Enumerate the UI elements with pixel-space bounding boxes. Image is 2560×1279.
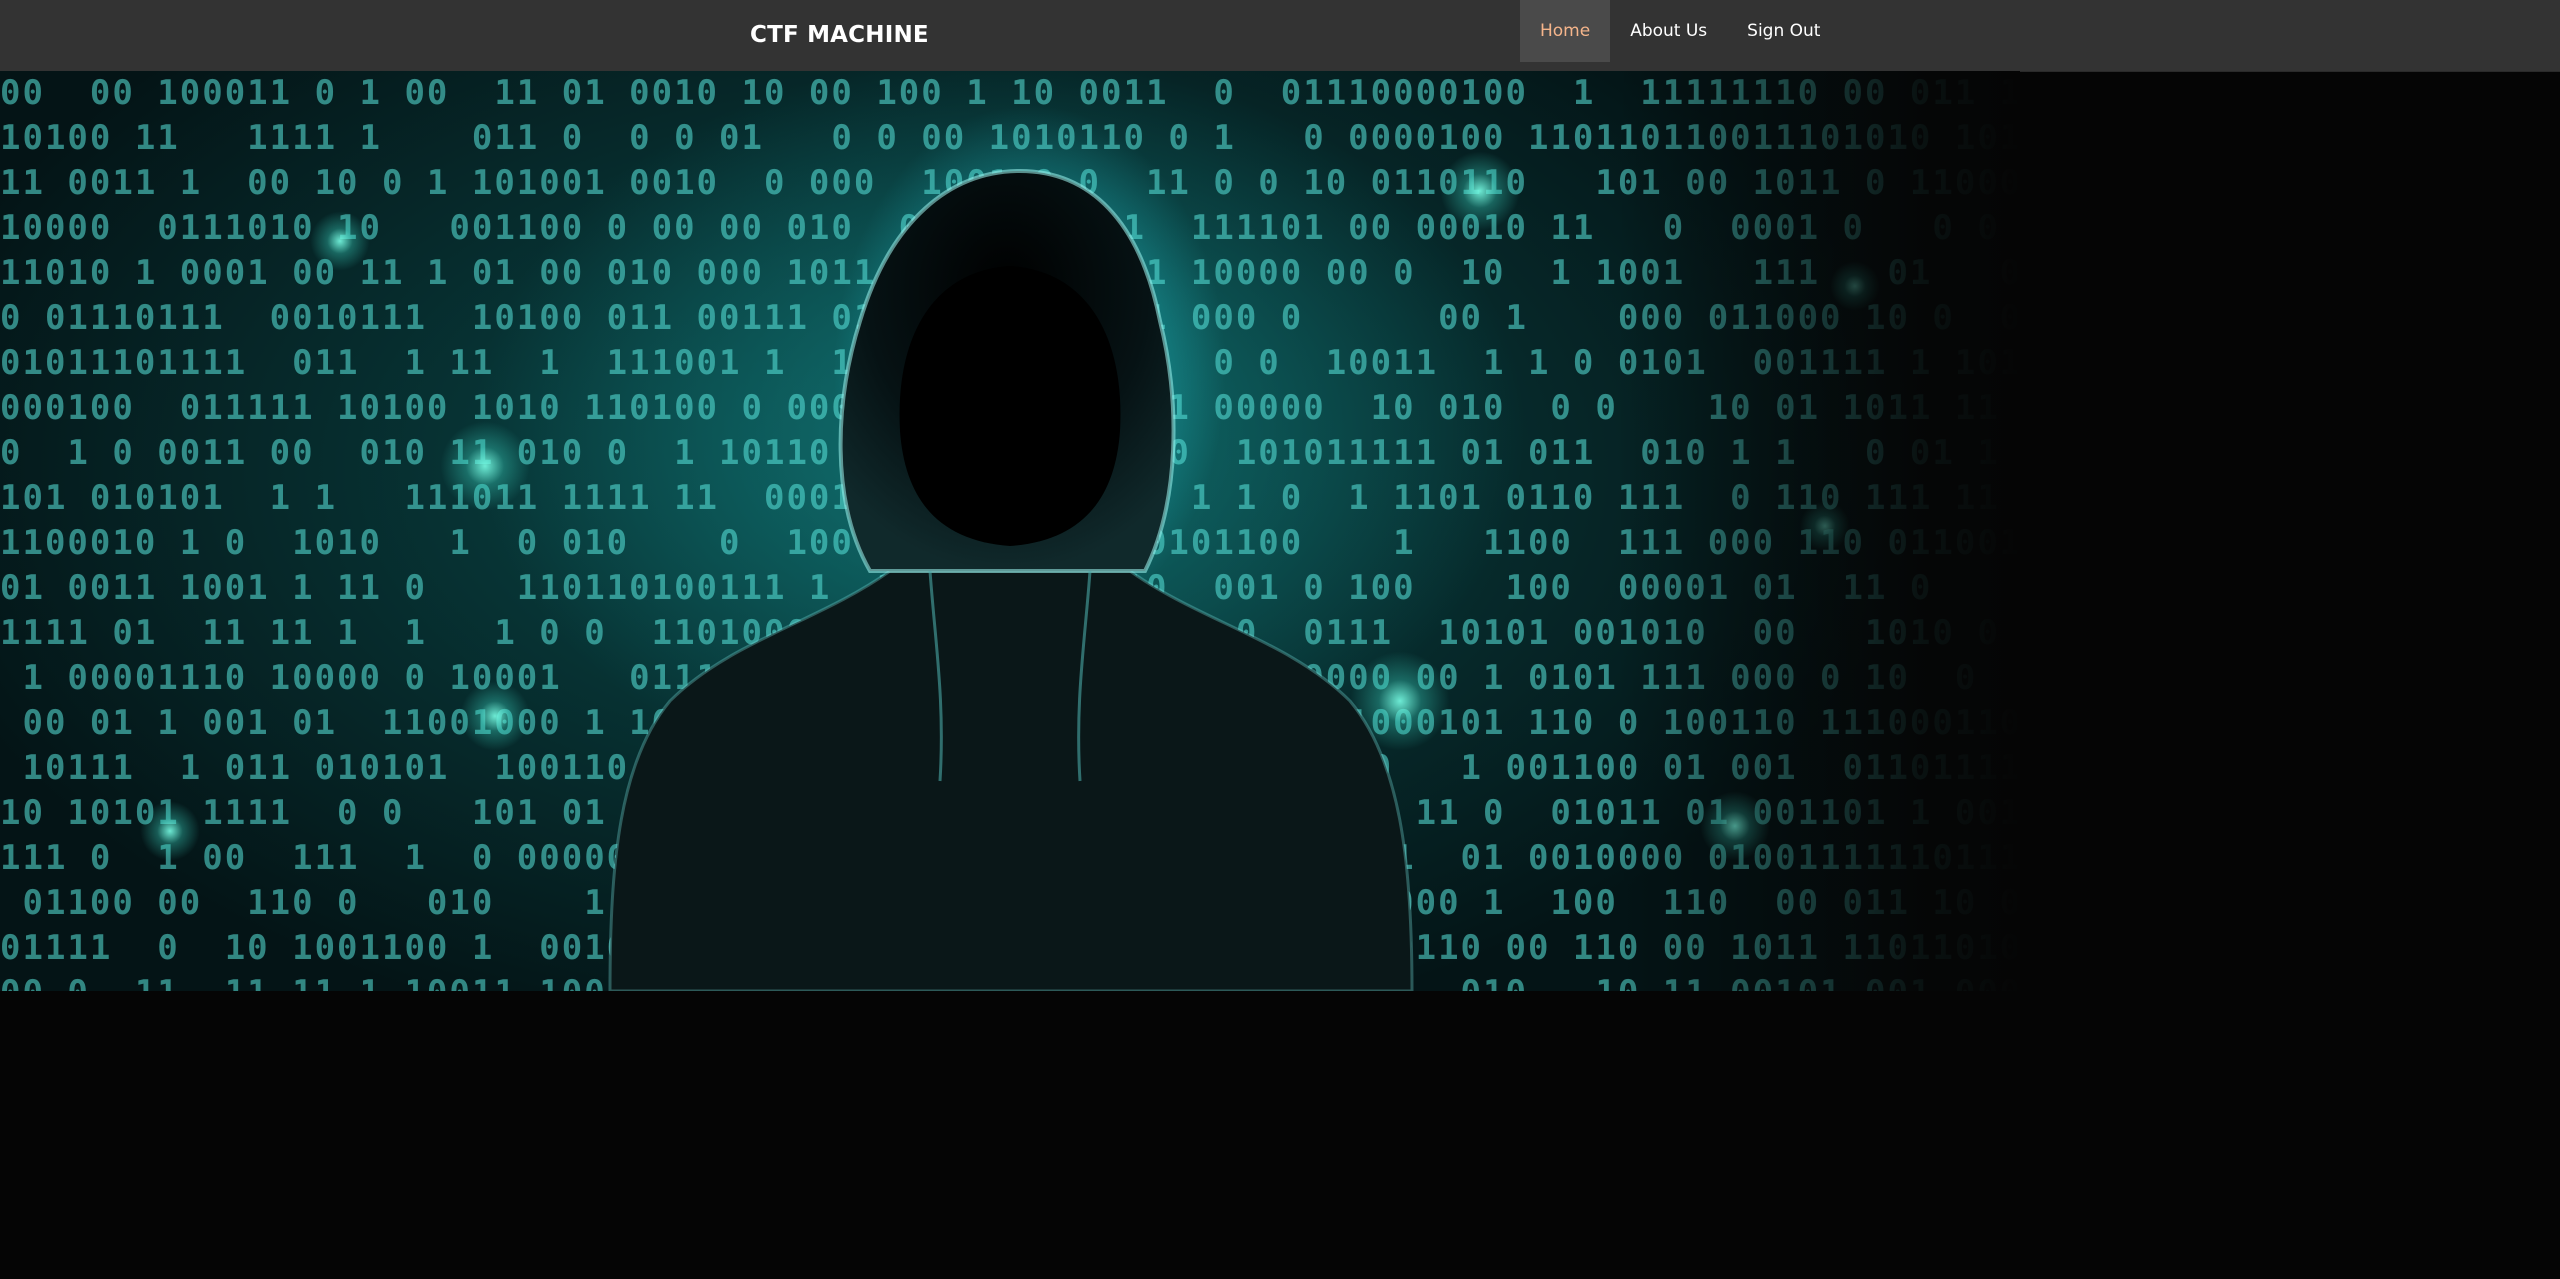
light-orb	[460, 681, 530, 751]
brand-title[interactable]: CTF MACHINE	[750, 0, 929, 71]
light-orb	[1830, 261, 1880, 311]
nav-item-sign-out[interactable]: Sign Out	[1727, 0, 1840, 62]
hero-image: 00 00 100011 0 1 00 11 01 0010 10 00 100…	[0, 71, 2020, 991]
light-orb	[140, 801, 200, 861]
light-orb	[1800, 501, 1850, 551]
light-orb	[1700, 791, 1770, 861]
light-orb	[1440, 151, 1520, 231]
hooded-figure-silhouette	[608, 168, 1414, 991]
light-orb	[310, 211, 370, 271]
top-navbar: CTF MACHINE Home About Us Sign Out	[0, 0, 2560, 71]
nav-menu: Home About Us Sign Out	[1520, 0, 1840, 62]
nav-item-about-us[interactable]: About Us	[1610, 0, 1727, 62]
light-orb	[440, 421, 530, 511]
nav-item-home[interactable]: Home	[1520, 0, 1611, 62]
